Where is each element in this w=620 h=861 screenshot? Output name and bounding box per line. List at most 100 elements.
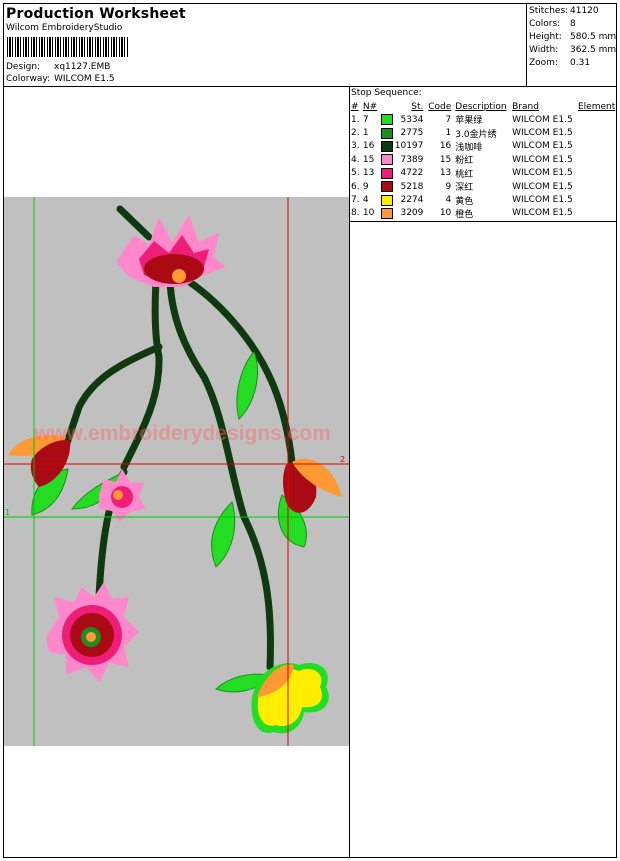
stat-stitches: Stitches: 41120 [529, 5, 616, 18]
col-num: # [351, 101, 359, 112]
cell-color [380, 167, 395, 180]
color-swatch [380, 127, 393, 139]
table-row: 1. 7 5334 7 苹果绿 WILCOM E1.5 [351, 113, 616, 126]
col-st: St. [411, 101, 424, 112]
design-preview: www.embroiderydesigns.com 1 2 [4, 197, 349, 746]
table-header-row: # N# St. Code Description Brand Element [351, 100, 616, 113]
color-swatch [380, 154, 393, 166]
guide-marker-2: 2 [340, 455, 345, 464]
table-row: 7. 4 2274 4 黄色 WILCOM E1.5 [351, 193, 616, 207]
cell-element [578, 167, 616, 180]
cell-stitches: 2274 [400, 195, 424, 206]
cell-code: 16 [439, 141, 452, 152]
cell-color [380, 126, 395, 139]
cell-element [578, 207, 616, 220]
cell-code: 9 [445, 181, 452, 192]
cell-stitches: 5218 [400, 181, 424, 192]
cell-description: 粉红 [455, 156, 474, 167]
cell-element [578, 193, 616, 206]
cell-brand: WILCOM E1.5 [512, 208, 573, 219]
table-row: 5. 13 4722 13 桃红 WILCOM E1.5 [351, 167, 616, 180]
col-n: N# [362, 101, 378, 112]
col-brand: Brand [512, 101, 539, 112]
stat-value: 580.5 mm [570, 32, 617, 42]
cell-n: 1 [362, 128, 369, 139]
cell-n: 7 [362, 114, 369, 125]
stop-sequence-title: Stop Sequence: [351, 88, 422, 98]
cell-description: 3.0金片绣 [455, 129, 497, 140]
stat-value: 41120 [570, 6, 599, 16]
cell-num: 4. [351, 154, 360, 165]
cell-n: 13 [362, 168, 375, 179]
cell-num: 8. [351, 208, 360, 219]
cell-brand: WILCOM E1.5 [512, 141, 573, 152]
flower-top-stamen [172, 269, 186, 283]
cell-code: 10 [439, 208, 452, 219]
color-swatch [380, 194, 393, 206]
col-description: Description [455, 101, 507, 112]
cell-stitches: 2775 [400, 128, 424, 139]
cell-brand: WILCOM E1.5 [512, 154, 573, 165]
header-divider [3, 86, 617, 87]
cell-num: 3. [351, 141, 360, 152]
cell-num: 1. [351, 114, 360, 125]
cell-color [380, 113, 395, 126]
cell-n: 15 [362, 154, 375, 165]
stat-zoom: Zoom: 0.31 [529, 57, 616, 70]
cell-stitches: 3209 [400, 208, 424, 219]
cell-brand: WILCOM E1.5 [512, 114, 573, 125]
stat-value: 362.5 mm [570, 45, 617, 55]
stat-height: Height: 580.5 mm [529, 31, 616, 44]
cell-color [380, 140, 395, 153]
cell-description: 苹果绿 [455, 116, 483, 127]
stat-label: Colors: [529, 19, 561, 29]
col-color [381, 100, 395, 113]
guide-marker-1: 1 [5, 508, 10, 517]
cell-element [578, 113, 616, 126]
colorway-label: Colorway: [6, 74, 51, 84]
cell-brand: WILCOM E1.5 [512, 128, 573, 139]
barcode [7, 37, 129, 57]
cell-n: 16 [362, 141, 375, 152]
stat-width: Width: 362.5 mm [529, 44, 616, 57]
cell-stitches: 5334 [400, 114, 424, 125]
color-swatch [380, 207, 393, 219]
stat-value: 8 [570, 19, 576, 29]
cell-element [578, 153, 616, 166]
cell-description: 橙色 [455, 209, 474, 220]
table-row: 8. 10 3209 10 橙色 WILCOM E1.5 [351, 207, 616, 220]
company-name: Wilcom EmbroideryStudio [6, 23, 123, 33]
col-code: Code [428, 101, 452, 112]
design-row: Design: xq1127.EMB [6, 62, 110, 72]
cell-code: 4 [445, 195, 452, 206]
preview-divider [349, 86, 350, 858]
cell-stitches: 4722 [400, 168, 424, 179]
col-element: Element [577, 101, 616, 112]
cell-stitches: 10197 [394, 141, 424, 152]
stop-sequence-table: # N# St. Code Description Brand Element … [351, 100, 616, 220]
cell-num: 6. [351, 181, 360, 192]
table-row: 6. 9 5218 9 深红 WILCOM E1.5 [351, 180, 616, 193]
stat-label: Zoom: [529, 58, 558, 68]
stat-colors: Colors: 8 [529, 18, 616, 31]
stat-label: Stitches: [529, 6, 569, 16]
table-row: 2. 1 2775 1 3.0金片绣 WILCOM E1.5 [351, 126, 616, 140]
table-row: 3. 16 10197 16 浅咖啡 WILCOM E1.5 [351, 140, 616, 153]
design-label: Design: [6, 62, 41, 72]
page-title: Production Worksheet [6, 6, 186, 22]
cell-color [380, 193, 395, 206]
cell-description: 桃红 [455, 169, 474, 180]
cell-color [380, 207, 395, 220]
cell-n: 10 [362, 208, 375, 219]
colorway-value: WILCOM E1.5 [54, 74, 115, 84]
cell-element [578, 126, 616, 139]
cell-brand: WILCOM E1.5 [512, 195, 573, 206]
cell-num: 5. [351, 168, 360, 179]
stats-panel: Stitches: 41120 Colors: 8 Height: 580.5 mm … [529, 5, 616, 70]
cell-color [380, 153, 395, 166]
cell-description: 浅咖啡 [455, 142, 483, 153]
cell-stitches: 7389 [400, 154, 424, 165]
color-swatch [380, 181, 393, 193]
stop-sequence-body: 1. 7 5334 7 苹果绿 WILCOM E1.5 2. 1 2775 1 3.0金片绣 WILC… [351, 113, 616, 220]
cell-element [578, 180, 616, 193]
